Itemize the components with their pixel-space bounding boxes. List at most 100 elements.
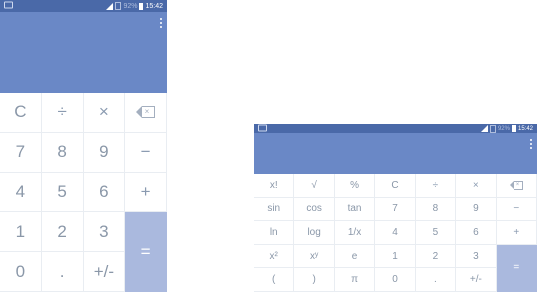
digit-4-key[interactable]: 4 xyxy=(0,172,42,213)
divide-key[interactable]: ÷ xyxy=(41,93,84,133)
digit-7-key[interactable]: 7 xyxy=(375,197,416,222)
key-label: 8 xyxy=(57,142,67,162)
digit-5-key[interactable]: 5 xyxy=(415,221,457,245)
sign-toggle-key[interactable]: +/- xyxy=(83,252,126,292)
digit-1-key[interactable]: 1 xyxy=(0,212,42,253)
signal-icon xyxy=(106,2,114,10)
digit-0-key[interactable]: 0 xyxy=(0,252,42,292)
minus-key[interactable]: − xyxy=(496,197,537,222)
digit-2-key[interactable]: 2 xyxy=(415,244,457,269)
calculator-display xyxy=(254,133,537,174)
key-label: sin xyxy=(267,203,281,215)
key-label: 2 xyxy=(432,250,439,262)
power-key[interactable]: xʸ xyxy=(294,244,335,269)
minus-key[interactable]: − xyxy=(125,132,167,173)
key-label: ln xyxy=(269,226,278,238)
key-label: 6 xyxy=(99,181,109,201)
digit-3-key[interactable]: 3 xyxy=(456,244,497,269)
key-label: +/- xyxy=(469,274,482,286)
key-label: 4 xyxy=(392,226,398,238)
ln-key[interactable]: ln xyxy=(254,221,295,245)
sign-toggle-key[interactable]: +/- xyxy=(456,268,497,292)
multiply-key[interactable]: × xyxy=(456,174,497,198)
decimal-key[interactable]: . xyxy=(41,252,84,292)
key-label: cos xyxy=(306,203,322,215)
digit-9-key[interactable]: 9 xyxy=(83,132,126,173)
square-root-key[interactable]: √ xyxy=(294,174,335,198)
key-label: π xyxy=(351,274,358,286)
plus-key[interactable]: + xyxy=(125,172,167,213)
digit-6-key[interactable]: 6 xyxy=(456,221,497,245)
key-label: √ xyxy=(311,179,317,191)
digit-6-key[interactable]: 6 xyxy=(83,172,126,213)
e-key[interactable]: e xyxy=(334,244,376,269)
key-label: 3 xyxy=(473,250,479,262)
digit-3-key[interactable]: 3 xyxy=(83,212,126,253)
equals-key[interactable]: = xyxy=(125,212,167,292)
key-label: e xyxy=(351,250,358,262)
digit-4-key[interactable]: 4 xyxy=(375,221,416,245)
backspace-icon: × xyxy=(135,106,155,119)
digit-8-key[interactable]: 8 xyxy=(415,197,457,222)
cos-key[interactable]: cos xyxy=(294,197,335,222)
signal-icon xyxy=(480,125,488,132)
key-label: − xyxy=(513,203,520,215)
backspace-icon: × xyxy=(509,180,523,190)
key-label: . xyxy=(59,261,65,281)
key-label: x! xyxy=(269,179,278,191)
battery-icon xyxy=(139,2,144,10)
key-label: 1 xyxy=(15,221,26,241)
divide-key[interactable]: ÷ xyxy=(415,174,457,198)
log-key[interactable]: log xyxy=(294,221,335,245)
digit-7-key[interactable]: 7 xyxy=(0,132,42,173)
close-paren-key[interactable]: ) xyxy=(294,268,335,292)
clock: 15:42 xyxy=(145,2,163,10)
digit-9-key[interactable]: 9 xyxy=(456,197,497,222)
key-label: − xyxy=(140,142,151,162)
calculator-display xyxy=(0,12,167,93)
more-options-icon[interactable] xyxy=(530,139,532,149)
digit-5-key[interactable]: 5 xyxy=(41,172,84,213)
tan-key[interactable]: tan xyxy=(334,197,376,222)
plus-key[interactable]: + xyxy=(496,221,537,245)
percent-key[interactable]: % xyxy=(334,174,376,198)
status-bar: 92% 15:42 xyxy=(0,0,167,12)
key-label: ÷ xyxy=(432,179,439,191)
key-label: × xyxy=(98,102,109,122)
keypad: x! √% C ÷ × × sin cos tan 7 8 9 − ln log 1/x 4 5 6 + x² xʸ e 1 2… xyxy=(254,174,537,292)
key-label: log xyxy=(307,226,321,238)
pi-key[interactable]: π xyxy=(334,268,376,292)
key-label: 7 xyxy=(392,203,398,215)
battery-percent: 92% xyxy=(123,2,138,10)
key-label: 3 xyxy=(99,221,109,241)
decimal-key[interactable]: . xyxy=(415,268,457,292)
digit-2-key[interactable]: 2 xyxy=(41,212,84,253)
digit-8-key[interactable]: 8 xyxy=(41,132,84,173)
keypad: C ÷ × × 7 8 9 − 4 5 6 +1 2 3 = 0. +/- xyxy=(0,93,167,292)
reciprocal-key[interactable]: 1/x xyxy=(334,221,376,245)
backspace-key[interactable]: × xyxy=(496,174,537,198)
sim-icon xyxy=(489,124,496,133)
multiply-key[interactable]: × xyxy=(83,93,126,133)
sin-key[interactable]: sin xyxy=(254,197,295,222)
key-label: 9 xyxy=(99,142,109,162)
clear-key[interactable]: C xyxy=(0,93,42,133)
key-label: ÷ xyxy=(57,102,67,122)
key-label: 4 xyxy=(15,181,26,201)
square-key[interactable]: x² xyxy=(254,244,295,269)
backspace-key[interactable]: × xyxy=(125,93,167,133)
key-label: 0 xyxy=(392,274,398,286)
clear-key[interactable]: C xyxy=(375,174,416,198)
key-label: 9 xyxy=(473,203,479,215)
notification-icon xyxy=(258,124,267,131)
key-label: 8 xyxy=(432,203,439,215)
key-label: 6 xyxy=(473,226,479,238)
digit-0-key[interactable]: 0 xyxy=(375,268,416,292)
digit-1-key[interactable]: 1 xyxy=(375,244,416,269)
factorial-key[interactable]: x! xyxy=(254,174,295,198)
equals-key[interactable]: = xyxy=(496,244,537,292)
open-paren-key[interactable]: ( xyxy=(254,268,295,292)
more-options-icon[interactable] xyxy=(160,18,162,28)
key-label: . xyxy=(434,274,437,286)
key-label: % xyxy=(350,179,359,191)
